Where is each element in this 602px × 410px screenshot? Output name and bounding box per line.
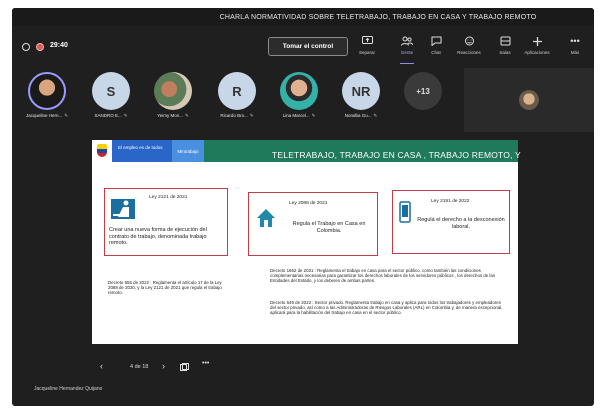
tool-rooms[interactable]: Salas: [490, 33, 520, 65]
self-view[interactable]: [464, 68, 594, 132]
box-body: Regulá el derecho a la desconexión labor…: [417, 217, 505, 230]
decree-1662-text: Decreto 1662 de 2021 : Reglamenta el tra…: [270, 268, 496, 284]
sync-slides-button[interactable]: [180, 363, 189, 374]
prev-slide-button[interactable]: ‹: [100, 361, 103, 371]
people-icon: [401, 35, 413, 47]
meeting-window: CHARLA NORMATIVIDAD SOBRE TELETRABAJO, T…: [12, 8, 594, 406]
decree-555-text: Decreto 555 de 2022 : Reglamenta el artí…: [108, 280, 222, 296]
tool-chat-label: Chat: [431, 50, 441, 55]
tool-apps[interactable]: Aplicaciones: [522, 33, 552, 65]
tool-apps-label: Aplicaciones: [524, 50, 550, 55]
mic-off-icon: ✎: [373, 113, 378, 118]
participant-tile[interactable]: R Ricardo Bro... ✎: [208, 72, 266, 128]
mic-off-icon: ✎: [64, 113, 69, 118]
mic-off-icon: ✎: [123, 113, 128, 118]
apps-icon: [531, 35, 543, 47]
avatar: [280, 72, 318, 110]
window-title: CHARLA NORMATIVIDAD SOBRE TELETRABAJO, T…: [12, 8, 594, 26]
reactions-icon: [463, 35, 475, 47]
share-screen-icon: [361, 35, 373, 47]
box-body: Crear una nueva forma de ejecución del c…: [109, 227, 207, 246]
chat-icon: [430, 35, 442, 47]
tool-more[interactable]: ••• Más: [560, 33, 590, 65]
avatar: R: [218, 72, 256, 110]
tool-more-label: Más: [570, 50, 580, 55]
participants-strip: Jacqueline Hern... ✎ S SANDRO E... ✎ Yeimy…: [12, 68, 452, 130]
law-box-2191: Ley 2191 de 2022 Regulá el derecho a la …: [392, 190, 510, 254]
tool-chat[interactable]: Chat: [421, 33, 451, 65]
slides-icon: [180, 363, 189, 371]
more-options-button[interactable]: •••: [202, 360, 209, 367]
meeting-timer: 29:40: [50, 42, 68, 49]
law-box-2121: Ley 2121 de 2021 Crear una nueva forma d…: [104, 188, 228, 256]
slide-header: El empleo es de todos Mintrabajo TELETRA…: [92, 140, 521, 162]
tool-reactions[interactable]: Reacciones: [454, 33, 484, 65]
rooms-icon: [499, 35, 511, 47]
participant-name: SANDRO E...: [94, 113, 122, 118]
participant-tile[interactable]: Yeimy Mon... ✎: [144, 72, 202, 128]
avatar: [519, 90, 539, 110]
box-title: Ley 2191 de 2022: [431, 199, 470, 204]
more-participants-button[interactable]: +13: [394, 72, 452, 128]
tool-share[interactable]: Separar: [352, 33, 382, 65]
decree-649-text: Decreto 649 de 2022 : Sector privado. Re…: [270, 300, 503, 316]
participant-tile[interactable]: NR Noralba Gu... ✎: [332, 72, 390, 128]
presenter-name: Jacqueline Hernandez Quijano: [34, 386, 103, 392]
house-icon: [257, 209, 275, 227]
participant-name: Ricardo Bro...: [220, 113, 248, 118]
slide-title: TELETRABAJO, TRABAJO EN CASA , TRABAJO R…: [272, 150, 521, 160]
shared-slide: El empleo es de todos Mintrabajo TELETRA…: [92, 140, 521, 344]
remote-work-icon: [111, 199, 135, 219]
mic-off-icon: ✎: [249, 113, 254, 118]
tool-reactions-label: Reacciones: [457, 50, 481, 55]
box-body: Regula el Trabajo en Casa en Colombia.: [292, 221, 366, 234]
avatar: S: [92, 72, 130, 110]
box-title: Ley 2121 de 2021: [149, 195, 188, 200]
participant-name: Yeimy Mon...: [157, 113, 184, 118]
participant-name: Lina Marcel...: [282, 113, 310, 118]
mic-off-icon: ✎: [185, 113, 189, 118]
participant-tile[interactable]: S SANDRO E... ✎: [82, 72, 140, 128]
participant-name: Jacqueline Hern...: [25, 113, 63, 118]
tool-share-label: Separar: [358, 50, 375, 55]
meeting-toolbar: 29:40 Tomar el control Separar Gente Cha…: [12, 28, 594, 68]
tool-people[interactable]: Gente: [392, 33, 422, 65]
mic-off-icon: ✎: [311, 113, 316, 118]
avatar: NR: [342, 72, 380, 110]
avatar: [154, 72, 192, 110]
recording-icon: [36, 43, 44, 51]
status-ring-icon: [22, 43, 30, 51]
ministry-label: Mintrabajo: [172, 140, 204, 162]
logo-box: El empleo es de todos: [112, 140, 172, 162]
take-control-button[interactable]: Tomar el control: [268, 37, 348, 56]
page-indicator: 4 de 18: [130, 364, 149, 370]
overflow-count: +13: [404, 72, 442, 110]
box-title: Ley 2088 de 2021: [289, 201, 328, 206]
next-slide-button[interactable]: ›: [162, 361, 165, 371]
participant-tile[interactable]: Jacqueline Hern... ✎: [18, 72, 76, 128]
avatar: [28, 72, 66, 110]
coat-of-arms-icon: [97, 144, 107, 157]
phone-icon: [399, 201, 411, 223]
tool-rooms-label: Salas: [499, 50, 511, 55]
more-icon: •••: [570, 36, 580, 46]
participant-tile[interactable]: Lina Marcel... ✎: [270, 72, 328, 128]
law-box-2088: Ley 2088 de 2021 Regula el Trabajo en Ca…: [248, 192, 378, 256]
participant-name: Noralba Gu...: [344, 113, 372, 118]
tool-people-label: Gente: [400, 50, 414, 55]
slide-navigation: ‹ 4 de 18 › •••: [12, 358, 594, 378]
